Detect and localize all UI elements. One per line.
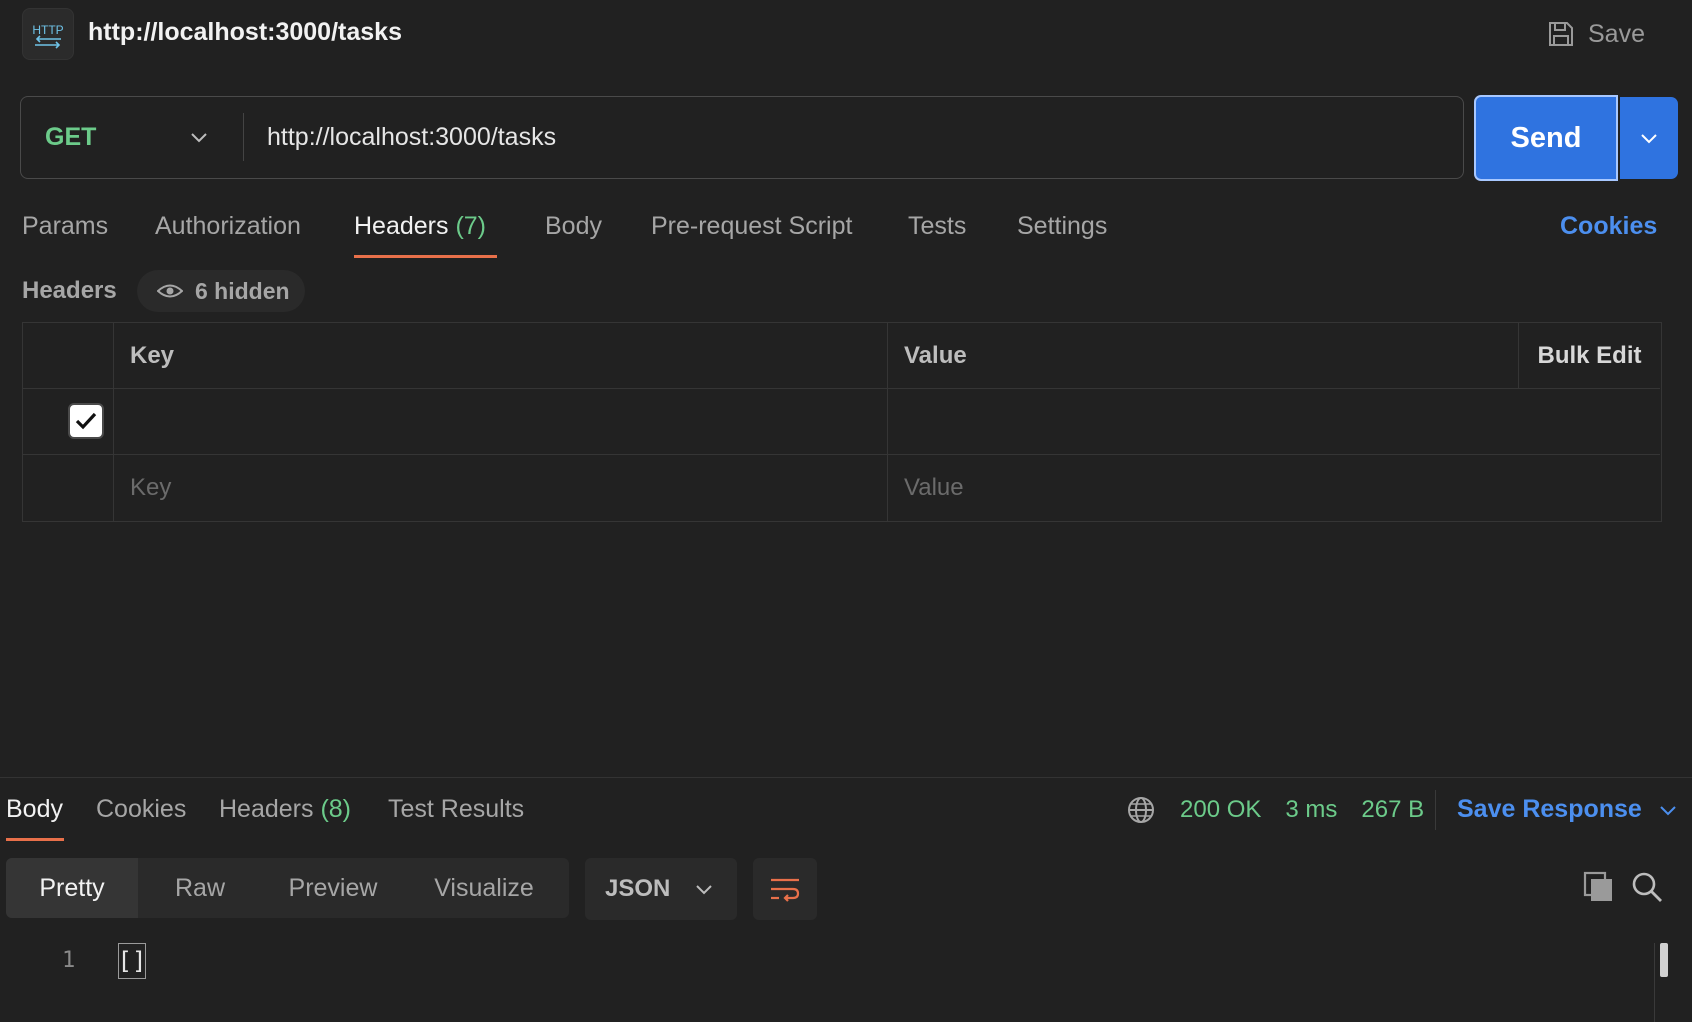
chevron-down-icon [696,885,713,895]
tab-tests[interactable]: Tests [908,212,966,241]
response-tab-test-results[interactable]: Test Results [388,795,524,824]
title-bar: HTTP http://localhost:3000/tasks Save [0,0,1692,70]
checkmark-icon [75,412,97,430]
save-response-button[interactable]: Save Response [1457,795,1678,824]
chevron-down-icon [191,133,207,143]
response-size[interactable]: 267 B [1361,796,1424,824]
copy-icon [1583,871,1612,901]
format-select[interactable]: JSON [585,858,737,920]
tab-settings[interactable]: Settings [1017,212,1107,241]
response-tabs: Body Cookies Headers (8) Test Results 20… [0,778,1692,841]
view-pretty[interactable]: Pretty [6,858,138,918]
status-code[interactable]: 200 OK [1180,796,1261,824]
save-button[interactable]: Save [1546,14,1645,54]
hidden-headers-toggle[interactable]: 6 hidden [137,270,305,312]
response-tab-headers[interactable]: Headers (8) [219,795,351,824]
response-view-modes: Pretty Raw Preview Visualize [6,858,569,918]
headers-table: Key Value Bulk Edit [22,322,1662,522]
send-button[interactable]: Send [1474,95,1618,181]
response-status-group: 200 OK 3 ms 267 B [1126,792,1424,828]
send-options-button[interactable] [1620,97,1678,179]
new-key-input[interactable] [130,455,887,521]
key-column-header: Key [113,323,887,389]
tab-headers[interactable]: Headers (7) [354,212,486,241]
cookies-link[interactable]: Cookies [1560,212,1657,241]
active-tab-indicator [354,255,497,258]
tab-authorization[interactable]: Authorization [155,212,301,241]
response-time[interactable]: 3 ms [1285,796,1337,824]
tab-pre-request-script[interactable]: Pre-request Script [651,212,852,241]
copy-button[interactable] [1582,870,1616,904]
wrap-lines-icon [771,878,800,902]
tab-params[interactable]: Params [22,212,108,241]
eye-icon [157,284,183,298]
hidden-count: 6 hidden [195,277,290,304]
scroll-track [1654,943,1655,1022]
response-headers-count: (8) [320,795,352,823]
request-title[interactable]: http://localhost:3000/tasks [88,18,402,47]
headers-count: (7) [455,212,487,240]
bulk-edit-button[interactable]: Bulk Edit [1518,323,1660,389]
table-row [23,389,1660,455]
format-label: JSON [605,875,671,902]
response-tab-cookies[interactable]: Cookies [96,795,186,824]
svg-text:HTTP: HTTP [32,23,63,37]
tab-body[interactable]: Body [545,212,602,241]
method-select[interactable]: GET [21,97,243,177]
new-value-input[interactable] [904,455,1660,521]
http-icon: HTTP [22,8,74,60]
chevron-down-icon [1641,134,1657,144]
save-icon [1549,22,1573,46]
response-tab-body[interactable]: Body [6,795,63,824]
value-column-header: Value [887,323,1520,389]
save-label: Save [1588,19,1645,48]
scrollbar-thumb[interactable] [1660,943,1668,977]
header-enabled-checkbox[interactable] [68,403,104,439]
wrap-lines-button[interactable] [753,858,817,920]
request-tabs: Params Authorization Headers (7) Body Pr… [0,200,1692,260]
header-value-cell[interactable] [887,389,1660,455]
new-key-cell [113,455,887,521]
method-divider [243,113,244,161]
response-body-content[interactable]: [] [118,943,146,979]
request-bar: GET [20,96,1464,179]
chevron-down-icon [1660,805,1676,815]
save-response-label: Save Response [1457,795,1642,823]
header-key-cell[interactable] [113,389,887,455]
table-row-new [23,455,1660,521]
url-input[interactable] [267,111,1447,163]
globe-icon[interactable] [1126,795,1156,825]
view-preview[interactable]: Preview [262,858,404,918]
active-response-tab-indicator [6,838,64,841]
table-header-row: Key Value Bulk Edit [23,323,1660,389]
search-icon [1632,872,1662,902]
line-number: 1 [62,948,76,973]
status-divider [1435,790,1436,830]
search-button[interactable] [1630,870,1664,904]
method-label: GET [45,122,97,151]
view-raw[interactable]: Raw [138,858,262,918]
view-visualize[interactable]: Visualize [404,858,564,918]
headers-section-label: Headers [22,277,117,304]
new-value-cell [887,455,1660,521]
